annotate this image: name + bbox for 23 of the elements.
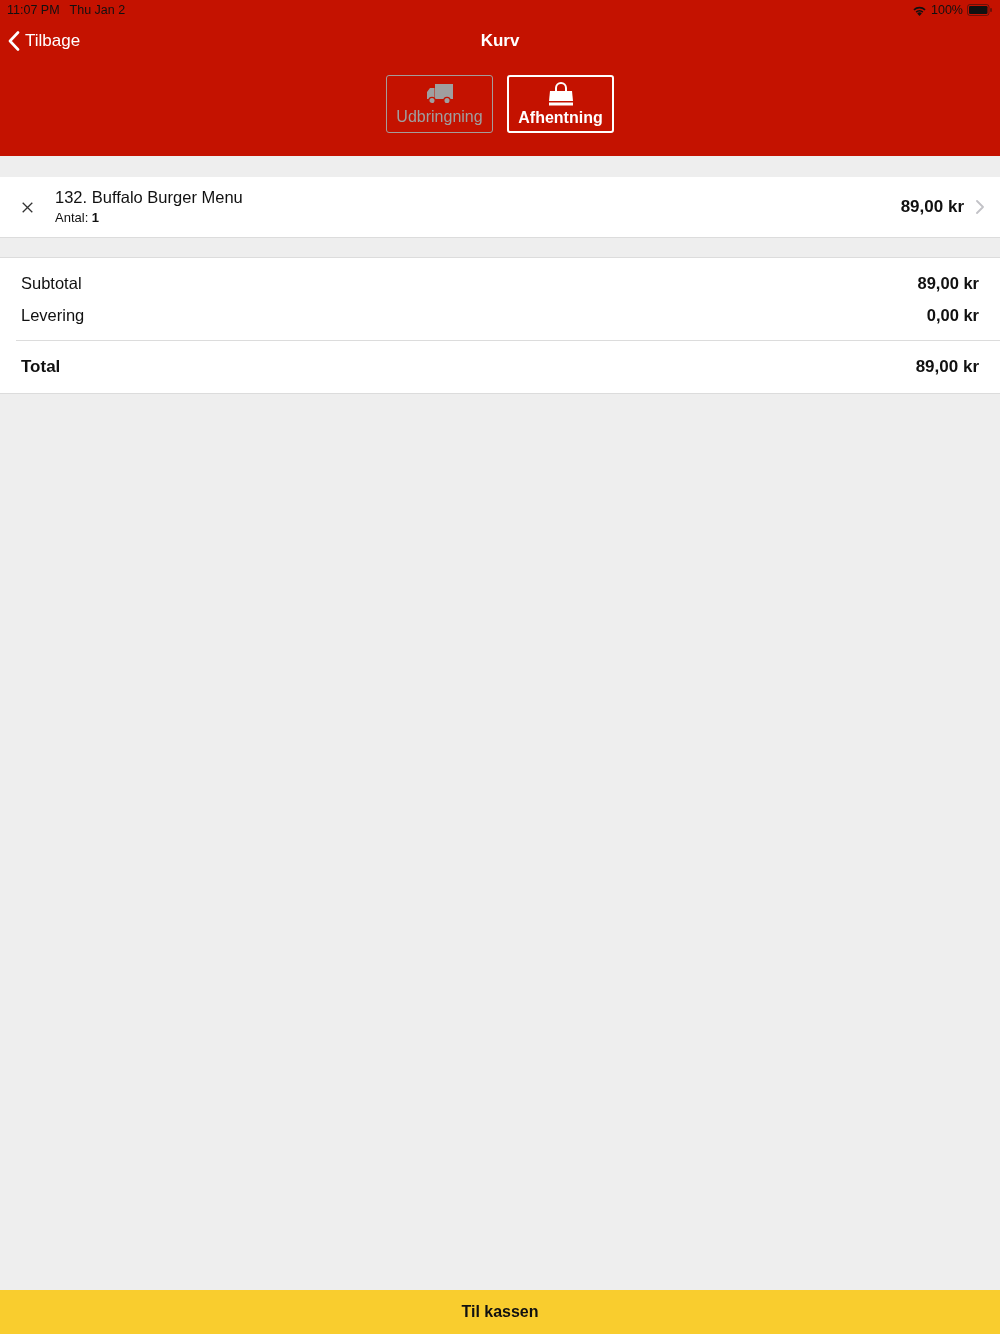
chevron-left-icon — [8, 31, 20, 51]
status-time: 11:07 PM — [7, 3, 60, 17]
shopping-bag-icon — [546, 81, 575, 106]
total-label: Total — [21, 357, 61, 377]
battery-icon — [967, 4, 992, 16]
checkout-button[interactable]: Til kassen — [0, 1290, 1000, 1334]
item-price: 89,00 kr — [900, 197, 964, 217]
total-value: 89,00 kr — [915, 357, 979, 377]
wifi-icon — [912, 4, 927, 16]
truck-icon — [425, 82, 454, 105]
summary-label: Levering — [21, 306, 85, 325]
chevron-right-icon — [976, 200, 984, 214]
screen-title: Kurv — [480, 31, 520, 51]
delivery-mode-tab[interactable]: Afhentning — [507, 75, 614, 133]
status-date: Thu Jan 2 — [69, 3, 126, 17]
item-quantity: Antal: 1 — [55, 210, 101, 225]
summary-value: 89,00 kr — [917, 274, 979, 293]
close-icon — [21, 201, 33, 213]
back-button[interactable]: Tilbage — [0, 31, 81, 51]
battery-percentage: 100% — [931, 3, 963, 17]
item-name: 132. Buffalo Burger Menu — [55, 188, 244, 207]
summary-label: Subtotal — [21, 274, 82, 293]
summary-value: 0,00 kr — [926, 306, 979, 325]
